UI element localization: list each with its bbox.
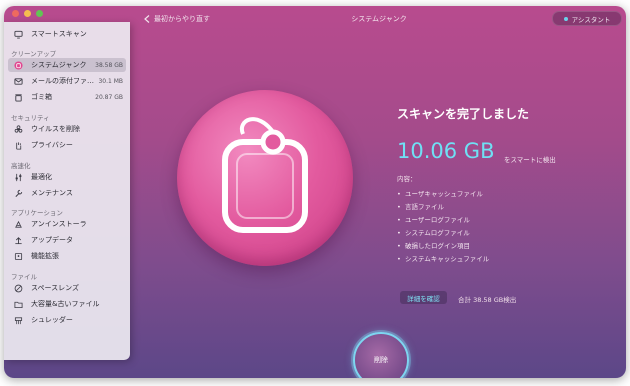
sidebar-item-trash[interactable]: ゴミ箱 20.87 GB xyxy=(8,90,126,104)
window-title: システムジャンク xyxy=(351,15,407,23)
list-item: • 言語ファイル xyxy=(397,203,444,211)
detected-size-suffix: をスマートに検出 xyxy=(504,156,556,164)
minimize-window-button[interactable] xyxy=(24,10,31,17)
system-junk-icon xyxy=(13,60,23,70)
start-over-label: 最初からやり直す xyxy=(154,15,210,23)
list-item: • 破損したログイン項目 xyxy=(397,242,470,250)
sidebar-item-size: 38.58 GB xyxy=(95,61,123,69)
sidebar-item-label: シュレッダー xyxy=(31,316,73,324)
section-files: ファイル xyxy=(11,273,37,281)
system-junk-illustration xyxy=(177,90,353,266)
app-window: 最初からやり直す システムジャンク アシスタント スマートスキャン クリーンアッ… xyxy=(4,6,626,378)
sidebar-item-label: スマートスキャン xyxy=(31,30,87,38)
start-over-button[interactable]: 最初からやり直す xyxy=(144,14,210,24)
hand-icon xyxy=(13,140,23,150)
contents-label: 内容： xyxy=(397,175,417,183)
sliders-icon xyxy=(13,172,23,182)
sidebar-item-mail-attachments[interactable]: メールの添付ファ… 30.1 MB xyxy=(8,74,126,88)
monitor-icon xyxy=(13,29,23,39)
sidebar-item-label: ゴミ箱 xyxy=(31,93,52,101)
assistant-dot-icon xyxy=(563,16,568,21)
list-item: • ユーザキャッシュファイル xyxy=(397,190,483,198)
clean-button-label: 削除 xyxy=(374,356,388,364)
sidebar-item-label: 機能拡張 xyxy=(31,252,59,260)
sidebar: スマートスキャン クリーンアップ システムジャンク 38.58 GB メールの添… xyxy=(4,10,130,360)
trash-icon xyxy=(13,92,23,102)
sidebar-item-label: メールの添付ファ… xyxy=(31,77,94,85)
extensions-icon xyxy=(13,251,23,261)
sidebar-item-large-old-files[interactable]: 大容量&古いファイル xyxy=(8,297,126,311)
list-item-label: 破損したログイン項目 xyxy=(405,242,470,250)
sidebar-item-optimization[interactable]: 最適化 xyxy=(8,170,126,184)
sidebar-item-label: 大容量&古いファイル xyxy=(31,300,100,308)
list-item-label: システムログファイル xyxy=(405,229,470,237)
sidebar-item-smart-scan[interactable]: スマートスキャン xyxy=(8,27,126,41)
list-item: • ユーザーログファイル xyxy=(397,216,470,224)
list-item-label: ユーザキャッシュファイル xyxy=(405,190,483,198)
clean-button[interactable]: 削除 xyxy=(353,332,409,378)
folder-icon xyxy=(13,299,23,309)
close-window-button[interactable] xyxy=(12,10,19,17)
review-details-button[interactable]: 詳細を確認 xyxy=(400,291,447,304)
total-detected-text: 合計 38.58 GB検出 xyxy=(458,296,517,304)
sidebar-item-size: 20.87 GB xyxy=(95,93,123,101)
sidebar-item-updater[interactable]: アップデータ xyxy=(8,233,126,247)
sidebar-item-maintenance[interactable]: メンテナンス xyxy=(8,186,126,200)
scan-complete-heading: スキャンを完了しました xyxy=(397,107,530,121)
sidebar-item-shredder[interactable]: シュレッダー xyxy=(8,313,126,327)
list-item-label: 言語ファイル xyxy=(405,203,444,211)
sidebar-item-space-lens[interactable]: スペースレンズ xyxy=(8,281,126,295)
sidebar-item-remove-virus[interactable]: ウイルスを削除 xyxy=(8,122,126,136)
list-item: • システムログファイル xyxy=(397,229,470,237)
sidebar-item-uninstaller[interactable]: アンインストーラ xyxy=(8,217,126,231)
sidebar-item-privacy[interactable]: プライバシー xyxy=(8,138,126,152)
sidebar-item-label: スペースレンズ xyxy=(31,284,80,292)
sidebar-item-system-junk[interactable]: システムジャンク 38.58 GB xyxy=(8,58,126,72)
uninstaller-icon xyxy=(13,219,23,229)
wrench-icon xyxy=(13,188,23,198)
biohazard-icon xyxy=(13,124,23,134)
section-cleanup: クリーンアップ xyxy=(11,50,57,58)
sidebar-item-label: ウイルスを削除 xyxy=(31,125,80,133)
assistant-button[interactable]: アシスタント xyxy=(552,11,622,26)
updater-icon xyxy=(13,235,23,245)
junk-tag-icon xyxy=(222,117,308,233)
sidebar-item-label: メンテナンス xyxy=(31,189,73,197)
list-item-label: システムキャッシュファイル xyxy=(405,255,490,263)
shredder-icon xyxy=(13,315,23,325)
section-security: セキュリティ xyxy=(11,114,50,122)
list-item-label: ユーザーログファイル xyxy=(405,216,470,224)
section-applications: アプリケーション xyxy=(11,209,63,217)
space-lens-icon xyxy=(13,283,23,293)
chevron-left-icon xyxy=(144,15,150,23)
section-speed: 高速化 xyxy=(11,162,31,170)
sidebar-item-label: 最適化 xyxy=(31,173,52,181)
sidebar-item-label: システムジャンク xyxy=(31,61,87,69)
zoom-window-button[interactable] xyxy=(36,10,43,17)
list-item: • システムキャッシュファイル xyxy=(397,255,490,263)
detected-size-value: 10.06 GB xyxy=(397,139,495,163)
sidebar-item-label: アンインストーラ xyxy=(31,220,87,228)
sidebar-item-extensions[interactable]: 機能拡張 xyxy=(8,249,126,263)
assistant-label: アシスタント xyxy=(571,15,611,24)
mail-icon xyxy=(13,76,23,86)
sidebar-item-label: プライバシー xyxy=(31,141,73,149)
sidebar-item-label: アップデータ xyxy=(31,236,73,244)
sidebar-item-size: 30.1 MB xyxy=(98,77,123,85)
